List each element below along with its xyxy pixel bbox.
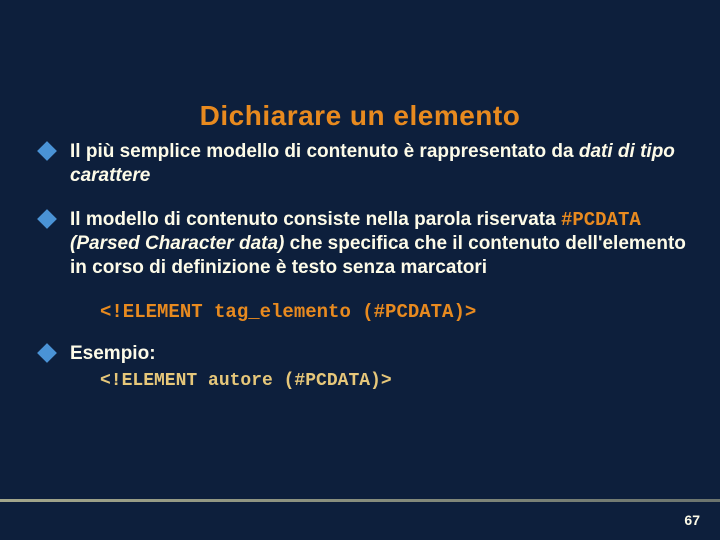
bullet-2-keyword: #PCDATA [561,209,641,231]
example-label: Esempio: [70,343,156,364]
page-number: 67 [684,512,700,528]
bullet-item-2: Il modello di contenuto consiste nella p… [40,208,688,280]
slide: Dichiarare un elemento Il più semplice m… [0,0,720,540]
bullet-item-1: Il più semplice modello di contenuto è r… [40,140,688,188]
example-code: <!ELEMENT autore (#PCDATA)> [100,370,688,393]
syntax-code: <!ELEMENT tag_elemento (#PCDATA)> [100,300,688,325]
slide-title: Dichiarare un elemento [0,0,720,140]
bullet-2-paren: (Parsed Character data) [70,233,284,254]
bullet-1-prefix: Il più semplice modello di contenuto è r… [70,141,579,162]
bullet-item-example: Esempio: <!ELEMENT autore (#PCDATA)> [40,342,688,392]
bullet-2-prefix: Il modello di contenuto consiste nella p… [70,209,561,230]
footer-divider [0,499,720,502]
bullet-list: Il più semplice modello di contenuto è r… [40,140,688,280]
diamond-icon [37,344,57,364]
bullet-list-2: Esempio: <!ELEMENT autore (#PCDATA)> [40,342,688,392]
diamond-icon [37,141,57,161]
slide-content: Il più semplice modello di contenuto è r… [0,140,720,393]
diamond-icon [37,209,57,229]
